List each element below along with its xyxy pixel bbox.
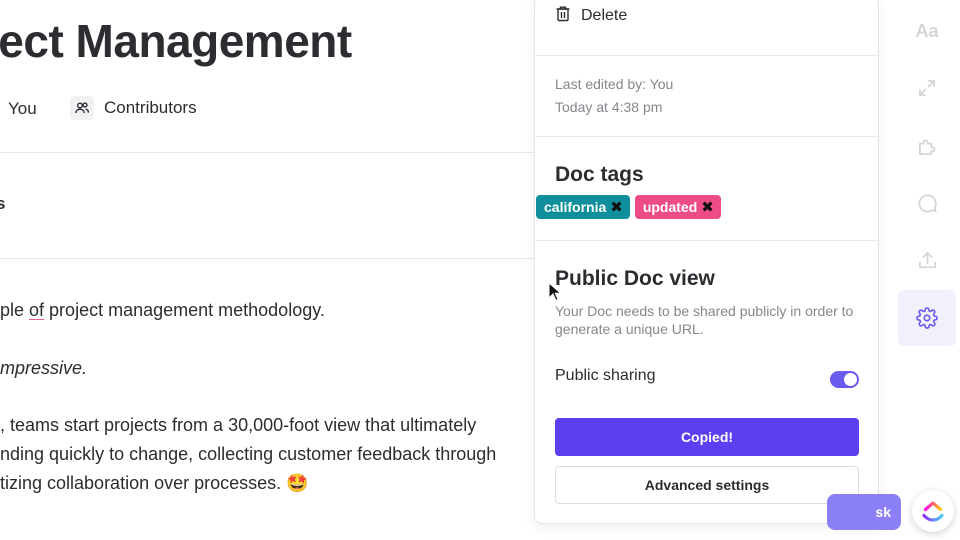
clickup-logo-icon: [922, 501, 944, 522]
tag-updated[interactable]: updated ✖: [634, 195, 721, 219]
share-upload-button[interactable]: [898, 232, 956, 288]
expand-button[interactable]: [898, 60, 956, 116]
copy-link-button[interactable]: Copied!: [555, 418, 859, 456]
add-task-button[interactable]: sk: [827, 494, 901, 530]
people-icon: [70, 96, 94, 120]
contributors-button[interactable]: Contributors: [70, 96, 197, 120]
font-icon: Aa: [915, 20, 939, 41]
public-doc-view-title: Public Doc view: [555, 267, 715, 290]
doc-tags-title: Doc tags: [555, 163, 644, 186]
doc-divider: [0, 152, 560, 153]
contributors-label: Contributors: [104, 98, 197, 117]
document-area: ject Management You Contributors s ple o…: [0, 0, 560, 540]
remove-tag-icon[interactable]: ✖: [610, 200, 623, 215]
last-edited-info: Last edited by: You Today at 4:38 pm: [555, 73, 673, 119]
panel-divider: [535, 136, 878, 137]
puzzle-icon: [918, 138, 935, 155]
upload-icon: [918, 251, 936, 268]
paragraph-line: , teams start projects from a 30,000-foo…: [0, 415, 477, 435]
doc-tags-list: california ✖ updated ✖: [536, 195, 721, 219]
paragraph-line: nding quickly to change, collecting cust…: [0, 444, 497, 464]
comment-icon: [918, 194, 937, 212]
settings-button[interactable]: [898, 290, 956, 346]
owner-name[interactable]: You: [8, 96, 37, 122]
font-button[interactable]: Aa: [898, 3, 956, 59]
text-run: project management methodology.: [44, 300, 325, 320]
trash-icon: [555, 5, 571, 27]
public-doc-view-description: Your Doc needs to be shared publicly in …: [555, 303, 854, 337]
last-edited-by: Last edited by: You: [555, 76, 674, 92]
paragraph-line: tizing collaboration over processes. 🤩: [0, 473, 309, 493]
delete-button[interactable]: Delete: [555, 5, 627, 27]
public-sharing-label: Public sharing: [555, 367, 656, 384]
paragraph-line: mpressive.: [0, 358, 88, 378]
remove-tag-icon[interactable]: ✖: [701, 200, 714, 215]
doc-divider: [0, 258, 560, 259]
doc-settings-panel: Delete Last edited by: You Today at 4:38…: [534, 0, 879, 524]
paragraph-line: ple of project management methodology.: [0, 298, 325, 322]
advanced-settings-button[interactable]: Advanced settings: [555, 466, 859, 504]
last-edited-time: Today at 4:38 pm: [555, 99, 663, 115]
delete-label: Delete: [581, 7, 628, 24]
expand-arrows-icon: [919, 80, 935, 96]
panel-divider: [535, 240, 878, 241]
right-toolbar: Aa: [898, 0, 960, 540]
tag-label: updated: [642, 199, 698, 215]
clickup-logo-button[interactable]: [912, 490, 954, 532]
page-title: ject Management: [0, 15, 352, 67]
public-sharing-toggle[interactable]: [830, 371, 859, 388]
tag-california[interactable]: california ✖: [536, 195, 630, 219]
mouse-cursor-icon: [548, 282, 562, 302]
integrations-button[interactable]: [898, 118, 956, 174]
panel-divider: [535, 55, 878, 56]
tag-label: california: [544, 199, 607, 215]
spellcheck-word[interactable]: of: [29, 300, 44, 320]
text-run: ple: [0, 300, 30, 320]
section-heading: s: [0, 194, 6, 213]
comments-button[interactable]: [898, 175, 956, 231]
gear-icon: [916, 307, 938, 329]
